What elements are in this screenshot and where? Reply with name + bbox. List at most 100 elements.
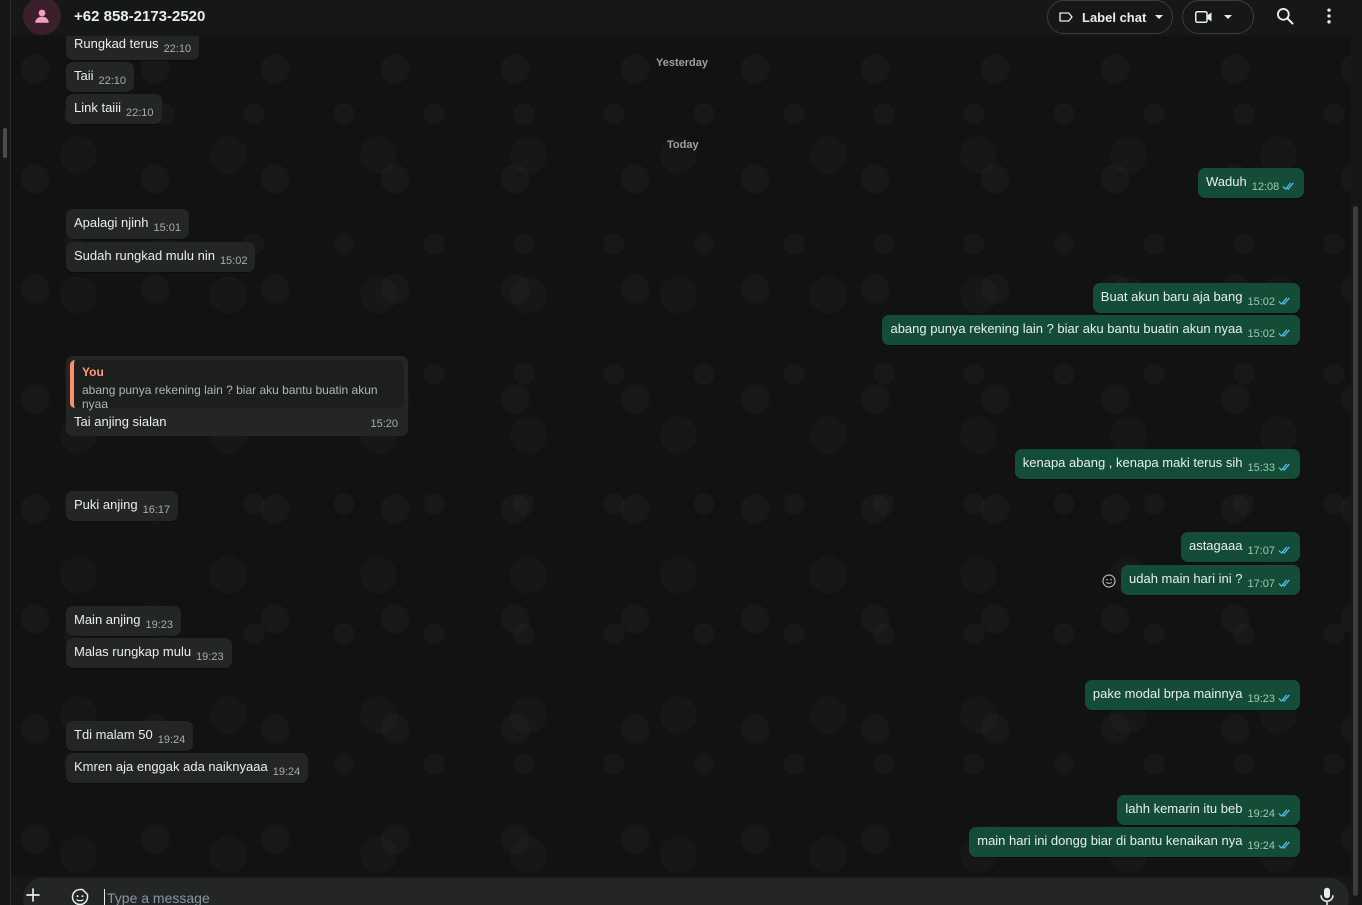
message-time: 12:08 — [1251, 181, 1280, 193]
emoji-sticker-button[interactable] — [70, 887, 90, 905]
message-time: 19:24 — [157, 734, 186, 746]
double-check-icon — [1278, 329, 1290, 337]
search-icon — [1277, 8, 1294, 25]
message-outgoing[interactable]: lahh kemarin itu beb 19:24 — [1117, 795, 1300, 825]
message-text: Apalagi njinh — [74, 215, 149, 230]
message-time: 17:07 — [1247, 545, 1275, 557]
message-time: 15:02 — [1247, 296, 1275, 308]
sticker-emoji-icon — [71, 888, 89, 905]
message-incoming[interactable]: Malas rungkap mulu 19:23 — [66, 638, 232, 668]
message-text: Link taiii — [74, 100, 121, 115]
chat-scrollbar-thumb[interactable] — [1353, 206, 1358, 896]
message-outgoing[interactable]: astagaaa 17:07 — [1180, 532, 1300, 562]
message-time: 15:01 — [153, 222, 181, 234]
message-time: 17:07 — [1247, 578, 1275, 590]
message-input[interactable] — [104, 889, 1284, 905]
message-time: 15:20 — [370, 418, 398, 430]
video-camera-icon — [1195, 11, 1212, 23]
double-check-icon — [1278, 463, 1290, 471]
search-button[interactable] — [1275, 6, 1297, 28]
message-time: 15:02 — [219, 255, 248, 267]
day-separator-yesterday: Yesterday — [656, 57, 708, 69]
quoted-message[interactable]: You abang punya rekening lain ? biar aku… — [70, 360, 404, 411]
message-incoming[interactable]: Tdi malam 50 19:24 — [66, 721, 194, 751]
microphone-icon — [1320, 887, 1334, 905]
chevron-down-icon — [1155, 15, 1164, 19]
double-check-icon — [1278, 579, 1290, 587]
message-incoming[interactable]: Puki anjing 16:17 — [66, 491, 179, 521]
message-time: 19:24 — [1247, 808, 1275, 820]
menu-button[interactable] — [1319, 6, 1341, 28]
message-time: 19:23 — [145, 619, 174, 631]
message-time: 19:24 — [272, 766, 301, 778]
message-text: Malas rungkap mulu — [74, 644, 192, 659]
message-text: Taii — [74, 68, 94, 83]
message-text: Tai anjing sialan — [74, 414, 167, 429]
message-text: Kmren aja enggak ada naiknyaaa — [74, 759, 268, 774]
message-outgoing[interactable]: pake modal brpa mainnya 19:23 — [1084, 680, 1300, 710]
left-scrollbar-thumb[interactable] — [3, 128, 7, 158]
message-time: 19:23 — [196, 651, 224, 663]
double-check-icon — [1278, 809, 1290, 817]
message-text: Puki anjing — [74, 497, 138, 512]
message-time: 15:33 — [1247, 462, 1275, 474]
message-text: Waduh — [1206, 174, 1247, 189]
double-check-icon — [1278, 694, 1290, 702]
message-time: 22:10 — [125, 107, 154, 119]
attach-button[interactable] — [24, 886, 42, 904]
message-outgoing[interactable]: abang punya rekening lain ? biar aku ban… — [882, 315, 1300, 345]
message-outgoing[interactable]: udah main hari ini ? 17:07 — [1121, 565, 1300, 595]
message-outgoing[interactable]: main hari ini dongg biar di bantu kenaik… — [969, 827, 1300, 857]
message-text: Tdi malam 50 — [74, 727, 153, 742]
message-text: pake modal brpa mainnya — [1092, 686, 1243, 701]
message-time: 16:17 — [142, 504, 171, 516]
message-text: kenapa abang , kenapa maki terus sih — [1022, 455, 1243, 470]
message-incoming-reply[interactable]: You abang punya rekening lain ? biar aku… — [66, 356, 408, 436]
message-incoming[interactable]: Main anjing 19:23 — [66, 606, 182, 636]
message-incoming[interactable]: Link taiii 22:10 — [66, 94, 162, 124]
message-time: 22:10 — [163, 43, 192, 55]
message-text: udah main hari ini ? — [1129, 571, 1243, 586]
message-text: main hari ini dongg biar di bantu kenaik… — [977, 833, 1243, 848]
chat-header: +62 858-2173-2520 Label chat — [11, 0, 1362, 36]
message-outgoing[interactable]: Buat akun baru aja bang 15:02 — [1092, 283, 1300, 313]
message-time: 19:24 — [1247, 840, 1275, 852]
message-outgoing[interactable]: kenapa abang , kenapa maki terus sih 15:3… — [1014, 449, 1300, 479]
message-text: astagaaa — [1188, 538, 1243, 553]
message-incoming[interactable]: Apalagi njinh 15:01 — [66, 209, 189, 239]
label-icon — [1059, 12, 1073, 22]
voice-message-button[interactable] — [1318, 886, 1336, 905]
message-outgoing[interactable]: Waduh 12:08 — [1198, 168, 1305, 198]
message-incoming[interactable]: Taii 22:10 — [66, 62, 135, 92]
emoji-reaction-icon[interactable] — [1101, 573, 1117, 589]
quoted-author: You — [82, 365, 104, 379]
more-vertical-icon — [1327, 8, 1331, 24]
left-scroll-gutter — [0, 0, 11, 905]
message-incoming[interactable]: Sudah rungkad mulu nin 15:02 — [66, 242, 256, 272]
label-chat-button[interactable]: Label chat — [1047, 0, 1173, 34]
double-check-icon — [1278, 841, 1290, 849]
message-time: 19:23 — [1247, 693, 1275, 705]
message-text: Buat akun baru aja bang — [1100, 289, 1243, 304]
message-text: Sudah rungkad mulu nin — [74, 248, 215, 263]
avatar[interactable] — [23, 0, 61, 35]
chevron-down-icon — [1224, 15, 1232, 19]
double-check-icon — [1278, 546, 1290, 554]
contact-name[interactable]: +62 858-2173-2520 — [74, 8, 205, 25]
message-list[interactable]: Rungkad terus 22:10 Taii 22:10 Link taiii 2… — [11, 36, 1351, 876]
person-icon — [35, 9, 49, 23]
double-check-icon — [1278, 297, 1290, 305]
video-call-button[interactable] — [1182, 0, 1254, 34]
message-incoming[interactable]: Rungkad terus 22:10 — [66, 36, 200, 60]
message-time: 22:10 — [98, 75, 127, 87]
day-separator-today: Today — [667, 139, 699, 151]
chat-scrollbar[interactable] — [1351, 36, 1362, 896]
message-time: 15:02 — [1247, 328, 1275, 340]
message-text: abang punya rekening lain ? biar aku ban… — [890, 321, 1243, 336]
message-text: Rungkad terus — [74, 36, 159, 51]
plus-icon — [26, 888, 40, 902]
message-incoming[interactable]: Kmren aja enggak ada naiknyaaa 19:24 — [66, 753, 309, 783]
label-chat-text: Label chat — [1082, 9, 1147, 25]
double-check-icon — [1282, 182, 1295, 190]
message-text: Main anjing — [74, 612, 141, 627]
